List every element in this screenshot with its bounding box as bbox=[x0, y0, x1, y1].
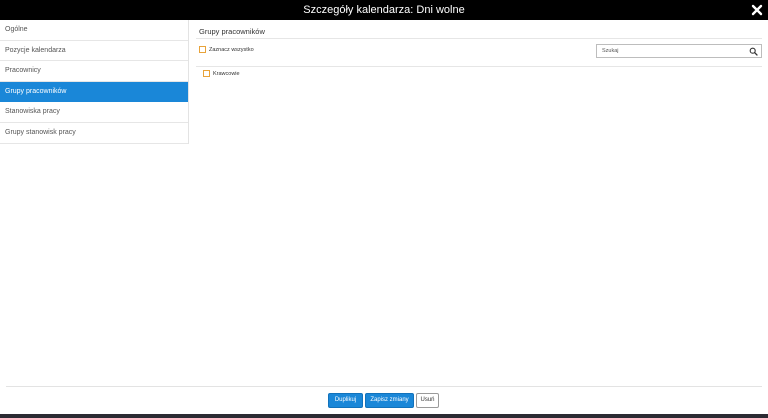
footer-divider bbox=[6, 386, 762, 387]
delete-button[interactable]: Usuń bbox=[416, 393, 439, 408]
section-title: Grupy pracowników bbox=[199, 27, 265, 36]
search-icon[interactable] bbox=[749, 47, 758, 56]
sidebar-nav: Ogólne Pozycje kalendarza Pracownicy Gru… bbox=[0, 20, 189, 144]
calendar-details-dialog: Szczegóły kalendarza: Dni wolne Ogólne P… bbox=[0, 0, 768, 414]
sidebar-item-employee-groups[interactable]: Grupy pracowników bbox=[0, 81, 188, 103]
sidebar-item-calendar-entries[interactable]: Pozycje kalendarza bbox=[0, 41, 188, 62]
group-checkbox[interactable] bbox=[203, 70, 210, 77]
dialog-title: Szczegóły kalendarza: Dni wolne bbox=[303, 4, 465, 16]
dialog-titlebar: Szczegóły kalendarza: Dni wolne bbox=[0, 0, 768, 20]
sidebar-item-workstations[interactable]: Stanowiska pracy bbox=[0, 102, 188, 123]
search-input[interactable] bbox=[597, 45, 747, 57]
sidebar-item-employees[interactable]: Pracownicy bbox=[0, 61, 188, 82]
save-changes-button[interactable]: Zapisz zmiany bbox=[365, 393, 414, 408]
select-all-checkbox[interactable] bbox=[199, 46, 206, 53]
duplicate-button[interactable]: Duplikuj bbox=[328, 393, 363, 408]
divider bbox=[196, 38, 762, 39]
divider bbox=[196, 66, 762, 67]
sidebar-item-workstation-groups[interactable]: Grupy stanowisk pracy bbox=[0, 123, 188, 144]
background-strip bbox=[0, 414, 768, 418]
main-content: Grupy pracowników Zaznacz wszystko Krawc… bbox=[190, 20, 768, 386]
group-label: Krawcowie bbox=[213, 70, 240, 77]
sidebar-item-general[interactable]: Ogólne bbox=[0, 20, 188, 41]
select-all-label: Zaznacz wszystko bbox=[209, 46, 254, 53]
close-icon[interactable] bbox=[750, 3, 764, 17]
search-field bbox=[596, 44, 762, 58]
